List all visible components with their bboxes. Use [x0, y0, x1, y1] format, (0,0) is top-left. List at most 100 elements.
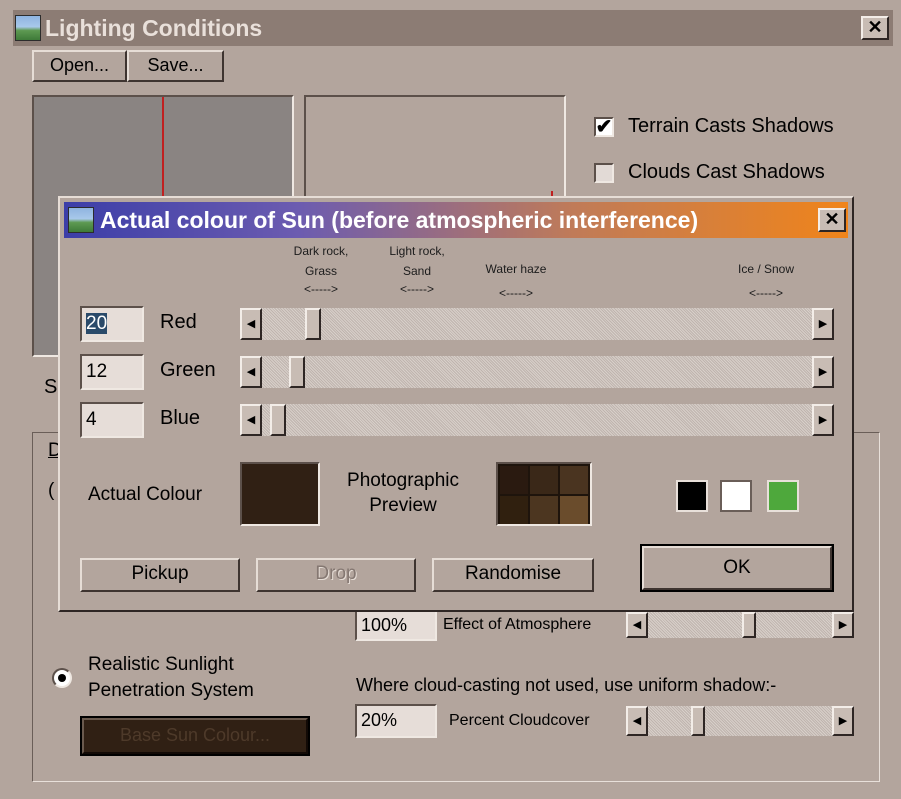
arrow-right-icon: ▶: [818, 318, 828, 330]
preview-cell: [530, 466, 558, 494]
arrow-left-icon: ◀: [246, 414, 256, 426]
actual-colour-swatch: [240, 462, 320, 526]
arrow-left-icon: ◀: [246, 366, 256, 378]
terrain-shadows-checkbox[interactable]: ✔: [594, 117, 614, 137]
preview-cell: [500, 466, 528, 494]
cloudcover-value: 20%: [361, 710, 398, 730]
marker-dark-rock-arrow: <----->: [304, 282, 338, 296]
marker-ice-snow-arrow: <----->: [749, 286, 783, 300]
check-icon: ✔: [595, 116, 613, 138]
arrow-right-icon: ▶: [838, 619, 848, 631]
close-icon: ✕: [824, 209, 840, 229]
marker-ice-snow-line1: Ice / Snow: [737, 262, 795, 276]
randomise-button[interactable]: Randomise: [432, 558, 594, 592]
cloudcover-left-arrow[interactable]: ◀: [626, 706, 648, 736]
blue-slider[interactable]: ◀ ▶: [240, 404, 834, 436]
cloudcover-slider[interactable]: ◀ ▶: [626, 706, 854, 736]
green-slider[interactable]: ◀ ▶: [240, 356, 834, 388]
marker-dark-rock: Dark rock, Grass <----->: [286, 244, 356, 296]
marker-light-rock-arrow: <----->: [400, 282, 434, 296]
green-track[interactable]: [262, 356, 812, 388]
sunlight-label-line2: Penetration System: [88, 680, 254, 701]
green-thumb[interactable]: [288, 356, 305, 388]
red-slider[interactable]: ◀ ▶: [240, 308, 834, 340]
radio-selected-dot: [58, 674, 66, 682]
red-value-field[interactable]: 20: [80, 306, 144, 342]
dialog-title-bar: Actual colour of Sun (before atmospheric…: [64, 202, 848, 238]
dialog-close-button[interactable]: ✕: [818, 208, 846, 232]
preview-label-line1: Photographic: [347, 470, 459, 491]
ok-button[interactable]: OK: [640, 544, 834, 592]
save-file-button[interactable]: Save...: [127, 50, 224, 82]
sun-elevation-panel[interactable]: [304, 95, 566, 205]
drop-label: Drop: [315, 563, 357, 584]
pickup-button[interactable]: Pickup: [80, 558, 240, 592]
dialog-app-icon: [68, 207, 94, 233]
preview-cell: [500, 496, 528, 524]
drop-button[interactable]: Drop: [256, 558, 416, 592]
cloudcover-thumb[interactable]: [690, 706, 705, 736]
dialog-title: Actual colour of Sun (before atmospheric…: [100, 207, 699, 233]
app-icon: [15, 15, 41, 41]
swatch-black[interactable]: [676, 480, 708, 512]
sun-colour-dialog: Actual colour of Sun (before atmospheric…: [58, 196, 854, 612]
blue-left-arrow[interactable]: ◀: [240, 404, 262, 436]
green-left-arrow[interactable]: ◀: [240, 356, 262, 388]
terrain-shadows-label: Terrain Casts Shadows: [628, 115, 834, 137]
photographic-preview-grid: [496, 462, 592, 526]
red-right-arrow[interactable]: ▶: [812, 308, 834, 340]
cloud-note: Where cloud-casting not used, use unifor…: [356, 675, 777, 695]
sunlight-radio[interactable]: [52, 668, 72, 688]
sunlight-radio-row[interactable]: Realistic Sunlight Penetration System: [50, 652, 300, 708]
red-left-arrow[interactable]: ◀: [240, 308, 262, 340]
cloudcover-value-field[interactable]: 20%: [355, 704, 437, 738]
atmosphere-left-arrow[interactable]: ◀: [626, 612, 648, 638]
marker-dark-rock-line1: Dark rock,: [293, 244, 349, 258]
atmosphere-track[interactable]: [648, 612, 832, 638]
main-window-title: Lighting Conditions: [45, 15, 263, 41]
terrain-shadows-checkbox-row[interactable]: ✔ Terrain Casts Shadows: [590, 113, 870, 141]
atmosphere-value-field[interactable]: 100%: [355, 609, 437, 641]
cloud-shadows-checkbox-row[interactable]: Clouds Cast Shadows: [590, 159, 870, 187]
preview-cell: [530, 496, 558, 524]
red-thumb[interactable]: [304, 308, 321, 340]
partial-label: S: [44, 376, 58, 398]
preview-cell: [560, 466, 588, 494]
blue-label: Blue: [160, 407, 201, 429]
red-value: 20: [86, 313, 108, 334]
preview-label-line2: Preview: [369, 495, 437, 516]
blue-thumb[interactable]: [270, 404, 286, 436]
preview-cell: [560, 496, 588, 524]
marker-water-haze-line1: Water haze: [485, 262, 547, 276]
base-sun-colour-label: Base Sun Colour...: [119, 725, 271, 745]
atmosphere-label: Effect of Atmosphere: [443, 616, 592, 633]
green-right-arrow[interactable]: ▶: [812, 356, 834, 388]
open-button-label: Open...: [49, 55, 110, 75]
pickup-label: Pickup: [131, 563, 189, 584]
atmosphere-thumb[interactable]: [741, 612, 756, 638]
blue-value-field[interactable]: 4: [80, 402, 144, 438]
red-label: Red: [160, 311, 197, 333]
swatch-white[interactable]: [720, 480, 752, 512]
red-track[interactable]: [262, 308, 812, 340]
blue-right-arrow[interactable]: ▶: [812, 404, 834, 436]
cloudcover-track[interactable]: [648, 706, 832, 736]
close-icon: ✕: [867, 17, 883, 37]
blue-track[interactable]: [262, 404, 812, 436]
atmosphere-value: 100%: [361, 615, 408, 635]
cloud-shadows-checkbox[interactable]: [594, 163, 614, 183]
swatch-green[interactable]: [767, 480, 799, 512]
save-button-label: Save...: [147, 55, 204, 75]
main-close-button[interactable]: ✕: [861, 16, 889, 40]
base-sun-colour-button[interactable]: Base Sun Colour...: [80, 716, 310, 756]
arrow-left-icon: ◀: [246, 318, 256, 330]
atmosphere-slider[interactable]: ◀ ▶: [626, 612, 854, 638]
marker-dark-rock-line2: Grass: [304, 264, 337, 278]
cloudcover-right-arrow[interactable]: ▶: [832, 706, 854, 736]
green-value-field[interactable]: 12: [80, 354, 144, 390]
atmosphere-right-arrow[interactable]: ▶: [832, 612, 854, 638]
marker-light-rock-line2: Sand: [402, 264, 432, 278]
open-button[interactable]: Open...: [32, 50, 127, 82]
marker-light-rock: Light rock, Sand <----->: [382, 244, 452, 296]
arrow-left-icon: ◀: [632, 715, 642, 727]
